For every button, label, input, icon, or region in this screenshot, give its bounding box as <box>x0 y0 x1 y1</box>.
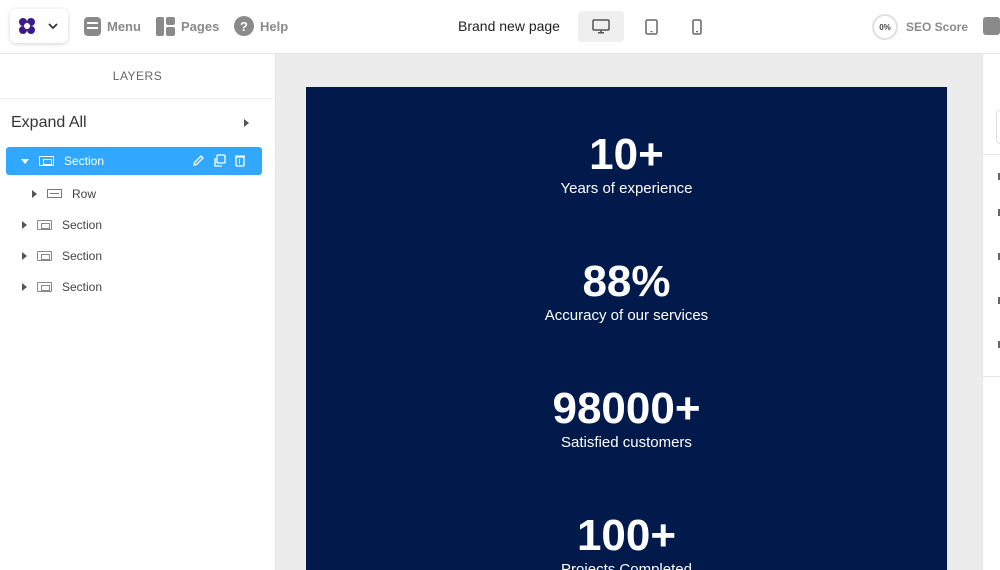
database-icon <box>84 16 101 36</box>
page-title[interactable]: Brand new page <box>458 18 560 34</box>
caret-right-icon[interactable] <box>22 220 27 229</box>
row-icon <box>47 189 62 198</box>
layer-item-label: Row <box>72 186 97 201</box>
seo-score-label: SEO Score <box>906 20 969 34</box>
menu-label: Menu <box>107 18 141 34</box>
help-icon: ? <box>234 16 254 36</box>
stat-value: 88% <box>582 257 671 306</box>
pages-button[interactable]: Pages <box>156 15 219 37</box>
caret-right-icon[interactable] <box>22 282 27 291</box>
menu-button[interactable]: Menu <box>84 15 141 37</box>
properties-tab[interactable] <box>996 110 1000 144</box>
stat-label: Accuracy of our services <box>544 307 709 324</box>
caret-right-icon[interactable] <box>22 251 27 260</box>
tablet-view-button[interactable] <box>628 11 674 42</box>
stat-value: 10+ <box>589 130 664 179</box>
trash-icon[interactable] <box>234 154 246 167</box>
divider <box>983 154 1000 155</box>
app-logo-icon <box>19 18 35 34</box>
layer-item-row[interactable]: Row <box>0 178 275 209</box>
desktop-icon <box>592 18 610 33</box>
top-toolbar: Menu Pages ? Help Brand new page 0% SEO … <box>0 0 1000 54</box>
expand-all-label: Expand All <box>11 114 87 131</box>
layer-item-label: Section <box>64 154 105 168</box>
history-icon[interactable] <box>983 17 1000 35</box>
stat-block[interactable]: 100+ Projects Completed <box>306 512 947 570</box>
stat-value: 98000+ <box>552 384 701 433</box>
edit-pencil-icon[interactable] <box>192 154 205 167</box>
layer-item-section-selected[interactable]: Section <box>6 147 262 175</box>
pages-label: Pages <box>181 18 220 34</box>
duplicate-icon[interactable] <box>213 154 226 167</box>
help-button[interactable]: ? Help <box>234 15 288 37</box>
stat-label: Projects Completed <box>561 561 692 570</box>
divider <box>983 376 1000 377</box>
expand-all-button[interactable]: Expand All <box>0 99 275 147</box>
properties-panel <box>982 54 1000 570</box>
stat-block[interactable]: 10+ Years of experience <box>306 131 947 199</box>
layer-item-label: Section <box>62 279 103 294</box>
mobile-view-button[interactable] <box>674 11 720 42</box>
stat-label: Years of experience <box>560 180 693 197</box>
desktop-view-button[interactable] <box>578 11 624 42</box>
layer-item-label: Section <box>62 217 103 232</box>
stat-label: Satisfied customers <box>561 434 692 451</box>
tablet-icon <box>644 18 658 35</box>
section-icon <box>37 250 52 261</box>
pages-icon <box>156 16 175 36</box>
caret-right-icon <box>244 119 249 127</box>
seo-score-ring: 0% <box>872 14 898 40</box>
layer-item-section[interactable]: Section <box>0 209 275 240</box>
stat-block[interactable]: 88% Accuracy of our services <box>306 258 947 326</box>
help-label: Help <box>260 18 289 34</box>
svg-text:?: ? <box>240 19 248 34</box>
mobile-icon <box>692 18 702 35</box>
section-icon <box>37 281 52 292</box>
layers-title: LAYERS <box>0 54 275 99</box>
stats-section[interactable]: 10+ Years of experience 88% Accuracy of … <box>306 87 947 570</box>
layers-panel: LAYERS Expand All Section Row Section Se… <box>0 54 276 570</box>
caret-right-icon[interactable] <box>32 189 37 198</box>
stat-value: 100+ <box>576 511 677 560</box>
section-icon <box>37 219 52 230</box>
section-icon <box>39 156 54 166</box>
layer-item-section[interactable]: Section <box>0 271 275 302</box>
layer-item-label: Section <box>62 248 103 263</box>
layer-item-section[interactable]: Section <box>0 240 275 271</box>
seo-score-button[interactable]: 0% SEO Score <box>872 14 968 40</box>
app-switcher-button[interactable] <box>10 9 68 43</box>
chevron-down-icon <box>48 23 58 29</box>
caret-down-icon[interactable] <box>21 158 29 164</box>
stat-block[interactable]: 98000+ Satisfied customers <box>306 385 947 453</box>
editor-canvas: 10+ Years of experience 88% Accuracy of … <box>276 54 982 570</box>
